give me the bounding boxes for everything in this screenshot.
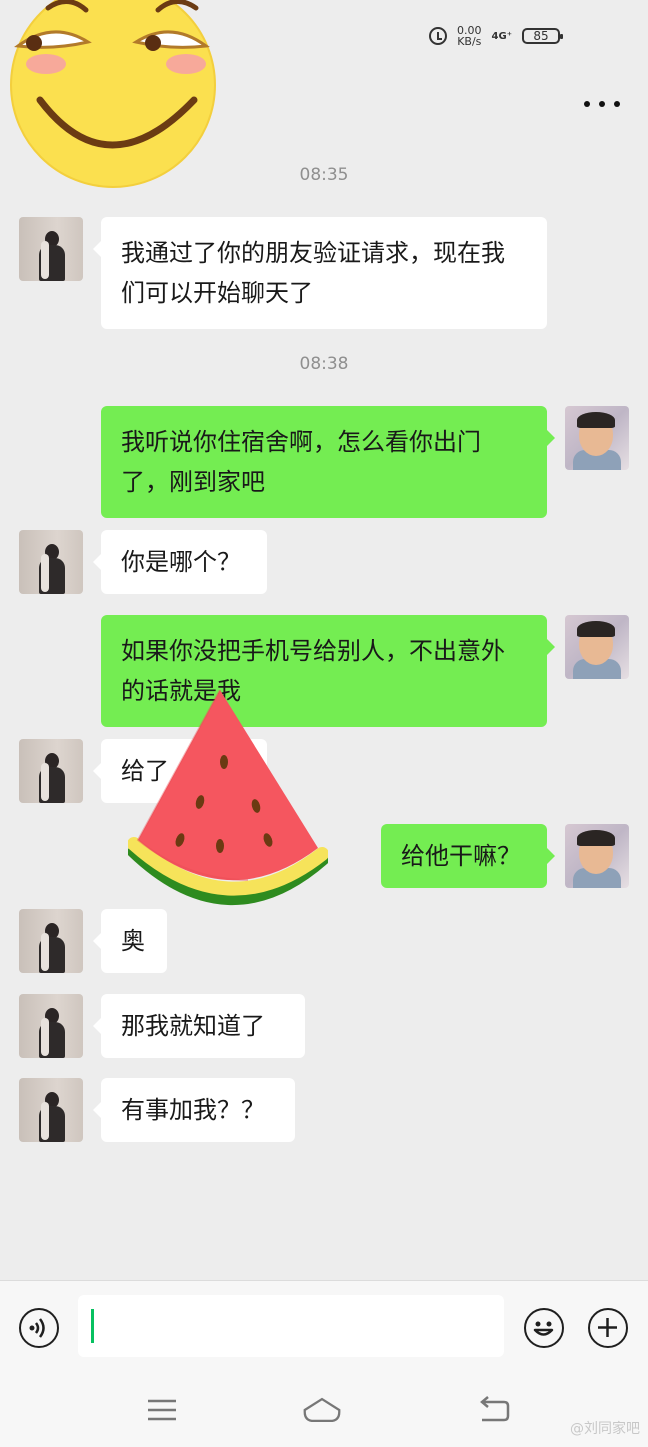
message-bubble-outgoing[interactable]: 我听说你住宿舍啊，怎么看你出门了，刚到家吧 (101, 406, 555, 518)
contact-avatar[interactable] (19, 994, 83, 1058)
contact-avatar[interactable] (19, 530, 83, 594)
alarm-icon (429, 27, 448, 45)
watermelon-sticker (128, 689, 328, 905)
menu-icon[interactable] (142, 1390, 182, 1430)
more-dot (614, 101, 620, 107)
contact-avatar[interactable] (19, 909, 83, 973)
smirk-emoji-sticker (10, 0, 216, 188)
emoji-icon (533, 1321, 554, 1336)
more-functions-button[interactable] (588, 1308, 628, 1348)
more-options-button[interactable] (584, 92, 620, 116)
status-icons: 0.00 KB/s 4G⁺ 85 (429, 25, 563, 47)
more-dot (599, 101, 605, 107)
net-speed-unit: KB/s (457, 35, 482, 48)
message-bubble-incoming[interactable]: 那我就知道了 (93, 994, 305, 1058)
message-bubble-incoming[interactable]: 有事加我？？ (93, 1078, 295, 1142)
voice-icon (29, 1318, 45, 1338)
network-speed: 0.00 KB/s (457, 25, 482, 47)
watermark: @刘同家吧 (570, 1421, 640, 1437)
contact-avatar[interactable] (19, 217, 83, 281)
plus-icon (598, 1318, 617, 1337)
home-icon[interactable] (302, 1390, 342, 1430)
my-avatar[interactable] (565, 615, 629, 679)
back-icon[interactable] (474, 1390, 514, 1430)
message-bubble-outgoing[interactable]: 给他干嘛？ (381, 824, 555, 888)
battery-level: 85 (533, 29, 549, 43)
message-input-bar (0, 1280, 648, 1371)
message-bubble-incoming[interactable]: 我通过了你的朋友验证请求，现在我们可以开始聊天了 (93, 217, 547, 329)
my-avatar[interactable] (565, 824, 629, 888)
timestamp: 08:35 (299, 165, 349, 185)
system-nav-bar: @刘同家吧 (0, 1370, 648, 1447)
contact-avatar[interactable] (19, 1078, 83, 1142)
message-bubble-incoming[interactable]: 奥 (93, 909, 167, 973)
battery-icon: 85 (522, 28, 563, 44)
emoji-button[interactable] (524, 1308, 564, 1348)
timestamp: 08:38 (299, 354, 349, 374)
message-input[interactable] (78, 1295, 504, 1357)
my-avatar[interactable] (565, 406, 629, 470)
text-cursor (91, 1309, 94, 1343)
network-type: 4G⁺ (491, 30, 512, 42)
more-dots-icon (584, 101, 590, 107)
voice-button[interactable] (19, 1308, 59, 1348)
contact-avatar[interactable] (19, 739, 83, 803)
message-bubble-incoming[interactable]: 你是哪个？ (93, 530, 267, 594)
